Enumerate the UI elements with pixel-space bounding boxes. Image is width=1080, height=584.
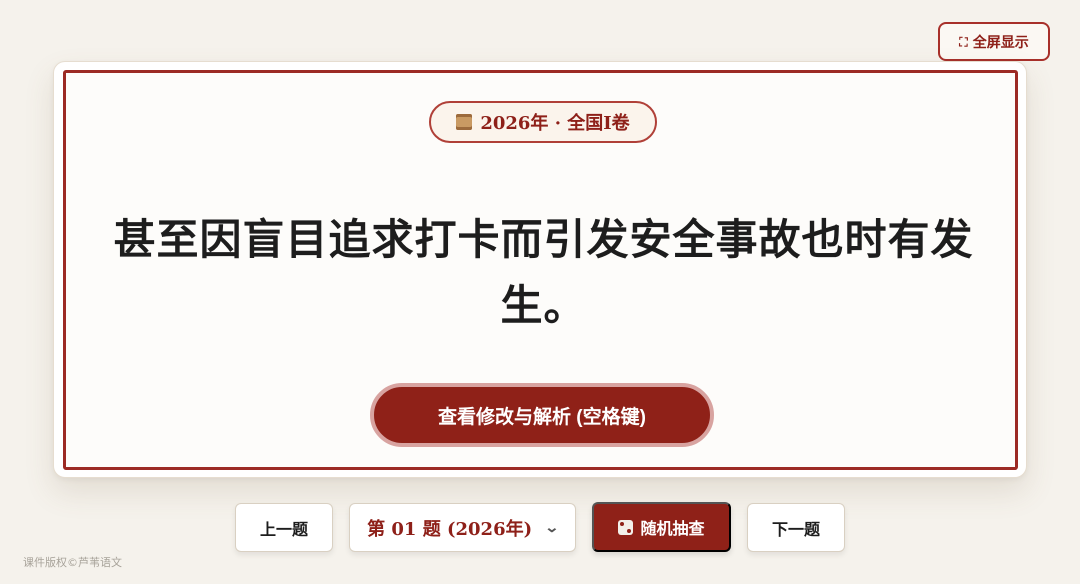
random-question-button[interactable]: 随机抽查: [592, 502, 731, 552]
fullscreen-icon: ⛶: [959, 34, 968, 49]
dice-icon: [618, 519, 634, 535]
exam-badge-label: 2026年 · 全国I卷: [480, 113, 630, 134]
question-card: 2026年 · 全国I卷 甚至因盲目追求打卡而引发安全事故也时有发生。 查看修改…: [53, 61, 1027, 478]
question-card-frame: 2026年 · 全国I卷 甚至因盲目追求打卡而引发安全事故也时有发生。 查看修改…: [63, 70, 1018, 470]
question-sentence: 甚至因盲目追求打卡而引发安全事故也时有发生。: [113, 215, 974, 330]
chevron-down-icon: ⌄: [544, 519, 560, 536]
fullscreen-button[interactable]: ⛶ 全屏显示: [938, 22, 1050, 61]
exam-badge: 2026年 · 全国I卷: [429, 101, 657, 143]
reveal-analysis-button[interactable]: 查看修改与解析 (空格键): [370, 383, 714, 447]
next-question-button[interactable]: 下一题: [747, 503, 845, 552]
fullscreen-label: 全屏显示: [972, 34, 1029, 51]
random-question-label: 随机抽查: [640, 521, 705, 538]
scroll-icon: [456, 114, 473, 130]
prev-question-button[interactable]: 上一题: [235, 503, 333, 552]
question-select[interactable]: 第 01 题 (2026年) ⌄: [349, 503, 576, 552]
question-select-value: 第 01 题 (2026年): [367, 518, 533, 540]
copyright-notice: 课件版权©芦苇语文: [23, 556, 122, 569]
